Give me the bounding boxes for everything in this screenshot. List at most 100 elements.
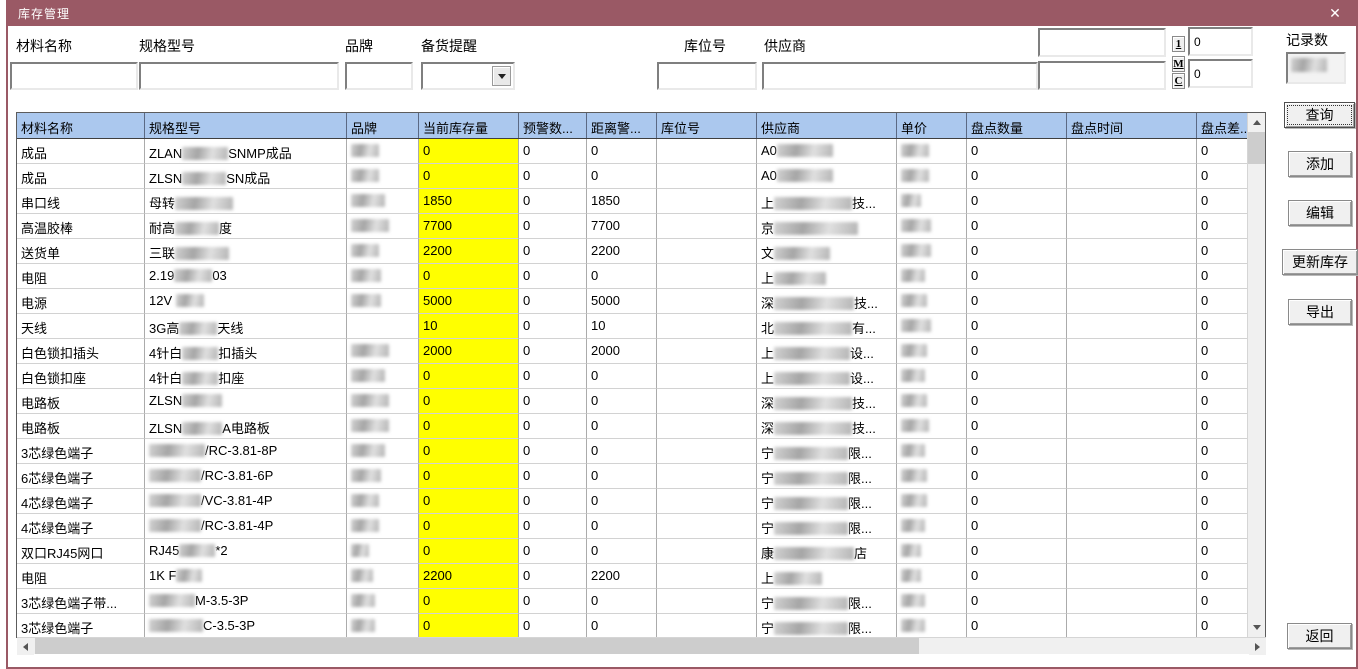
cell-brand	[347, 439, 419, 464]
column-header-diff[interactable]: 盘点差...	[1197, 113, 1248, 138]
scroll-down-icon[interactable]	[1248, 619, 1265, 636]
redacted-text	[351, 294, 381, 307]
table-row[interactable]: 6芯绿色端子/RC-3.81-6P000宁限...00	[17, 464, 1248, 489]
table-row[interactable]: 3芯绿色端子带...M-3.5-3P000宁限...00	[17, 589, 1248, 614]
cell-dist: 0	[587, 539, 657, 564]
table-row[interactable]: 成品ZLANSNMP成品000A000	[17, 139, 1248, 164]
cell-supplier: 北有...	[757, 314, 897, 339]
column-header-time[interactable]: 盘点时间	[1067, 113, 1197, 138]
edit-button[interactable]: 编辑	[1288, 200, 1352, 226]
table-row[interactable]: 电阻1K F220002200上00	[17, 564, 1248, 589]
query-button[interactable]: 查询	[1284, 102, 1355, 128]
table-row[interactable]: 白色锁扣插头4针白扣插头200002000上设...00	[17, 339, 1248, 364]
redacted-text	[174, 269, 212, 282]
cell-loc	[657, 414, 757, 439]
cell-brand	[347, 289, 419, 314]
redacted-text	[351, 369, 385, 382]
horizontal-scroll-thumb[interactable]	[35, 638, 919, 654]
location-input[interactable]	[657, 62, 757, 90]
table-row[interactable]: 电路板ZLSN000深技...00	[17, 389, 1248, 414]
cell-qty: 0	[967, 489, 1067, 514]
column-header-warn[interactable]: 预警数...	[519, 113, 587, 138]
scroll-left-icon[interactable]	[17, 638, 34, 655]
mini-tile-1[interactable]: 1	[1172, 36, 1185, 52]
cell-time	[1067, 464, 1197, 489]
add-button[interactable]: 添加	[1288, 151, 1352, 177]
export-button[interactable]: 导出	[1288, 299, 1352, 325]
cell-stock: 5000	[419, 289, 519, 314]
scroll-right-icon[interactable]	[1249, 638, 1266, 655]
cell-price	[897, 264, 967, 289]
cell-spec: 4针白扣座	[145, 364, 347, 389]
table-row[interactable]: 电阻2.1903000上00	[17, 264, 1248, 289]
supplier-input[interactable]	[762, 62, 1038, 90]
cell-stock: 0	[419, 489, 519, 514]
horizontal-scrollbar[interactable]	[17, 637, 1266, 654]
table-row[interactable]: 4芯绿色端子/VC-3.81-4P000宁限...00	[17, 489, 1248, 514]
cell-qty: 0	[967, 139, 1067, 164]
location-label: 库位号	[684, 36, 726, 56]
redacted-text	[149, 494, 201, 507]
cell-supplier: 宁限...	[757, 439, 897, 464]
mini-tile-m[interactable]: M	[1172, 56, 1185, 72]
cell-diff: 0	[1197, 514, 1248, 539]
table-row[interactable]: 串口线母转185001850上技...00	[17, 189, 1248, 214]
chevron-down-icon[interactable]	[492, 66, 511, 86]
record-count-value-redacted	[1291, 58, 1327, 72]
cell-brand	[347, 539, 419, 564]
mini-tile-c[interactable]: C	[1172, 73, 1185, 89]
cell-price	[897, 589, 967, 614]
material-name-label: 材料名称	[16, 36, 72, 56]
cell-stock: 0	[419, 539, 519, 564]
redacted-text	[149, 469, 201, 482]
table-row[interactable]: 3芯绿色端子C-3.5-3P000宁限...00	[17, 614, 1248, 637]
table-row[interactable]: 成品ZLSNSN成品000A000	[17, 164, 1248, 189]
reminder-select[interactable]	[421, 62, 515, 90]
table-row[interactable]: 电源12V 500005000深技...00	[17, 289, 1248, 314]
extra-input-top[interactable]	[1038, 28, 1166, 57]
brand-input[interactable]	[345, 62, 413, 90]
column-header-qty[interactable]: 盘点数量	[967, 113, 1067, 138]
close-icon[interactable]: ✕	[1324, 3, 1346, 23]
back-button[interactable]: 返回	[1287, 623, 1352, 649]
scroll-up-icon[interactable]	[1248, 114, 1265, 131]
table-row[interactable]: 天线3G高天线10010北有...00	[17, 314, 1248, 339]
num-field-bottom[interactable]	[1188, 59, 1253, 88]
cell-price	[897, 414, 967, 439]
cell-warn: 0	[519, 514, 587, 539]
vertical-scroll-thumb[interactable]	[1248, 132, 1265, 164]
num-field-top[interactable]	[1188, 27, 1253, 56]
record-count-label: 记录数	[1286, 30, 1328, 50]
table-row[interactable]: 双口RJ45网口RJ45*2000康店00	[17, 539, 1248, 564]
redacted-text	[901, 169, 929, 182]
spec-model-input[interactable]	[139, 62, 339, 90]
cell-warn: 0	[519, 539, 587, 564]
table-row[interactable]: 白色锁扣座4针白扣座000上设...00	[17, 364, 1248, 389]
table-row[interactable]: 电路板ZLSNA电路板000深技...00	[17, 414, 1248, 439]
table-row[interactable]: 4芯绿色端子/RC-3.81-4P000宁限...00	[17, 514, 1248, 539]
cell-warn: 0	[519, 414, 587, 439]
table-row[interactable]: 3芯绿色端子/RC-3.81-8P000宁限...00	[17, 439, 1248, 464]
cell-warn: 0	[519, 614, 587, 637]
column-header-dist[interactable]: 距离警...	[587, 113, 657, 138]
cell-warn: 0	[519, 214, 587, 239]
column-header-name[interactable]: 材料名称	[17, 113, 145, 138]
update-stock-button[interactable]: 更新库存	[1282, 249, 1358, 275]
table-row[interactable]: 高温胶棒耐高度770007700京00	[17, 214, 1248, 239]
redacted-text	[182, 372, 218, 385]
column-header-spec[interactable]: 规格型号	[145, 113, 347, 138]
vertical-scrollbar[interactable]	[1247, 113, 1265, 637]
cell-stock: 2200	[419, 564, 519, 589]
extra-input-bottom[interactable]	[1038, 61, 1166, 90]
material-name-input[interactable]	[10, 62, 138, 90]
table-row[interactable]: 送货单三联220002200文00	[17, 239, 1248, 264]
column-header-price[interactable]: 单价	[897, 113, 967, 138]
cell-spec: 三联	[145, 239, 347, 264]
cell-name: 电路板	[17, 389, 145, 414]
column-header-loc[interactable]: 库位号	[657, 113, 757, 138]
redacted-text	[901, 319, 931, 332]
column-header-brand[interactable]: 品牌	[347, 113, 419, 138]
column-header-supplier[interactable]: 供应商	[757, 113, 897, 138]
column-header-stock[interactable]: 当前库存量	[419, 113, 519, 138]
cell-name: 6芯绿色端子	[17, 464, 145, 489]
